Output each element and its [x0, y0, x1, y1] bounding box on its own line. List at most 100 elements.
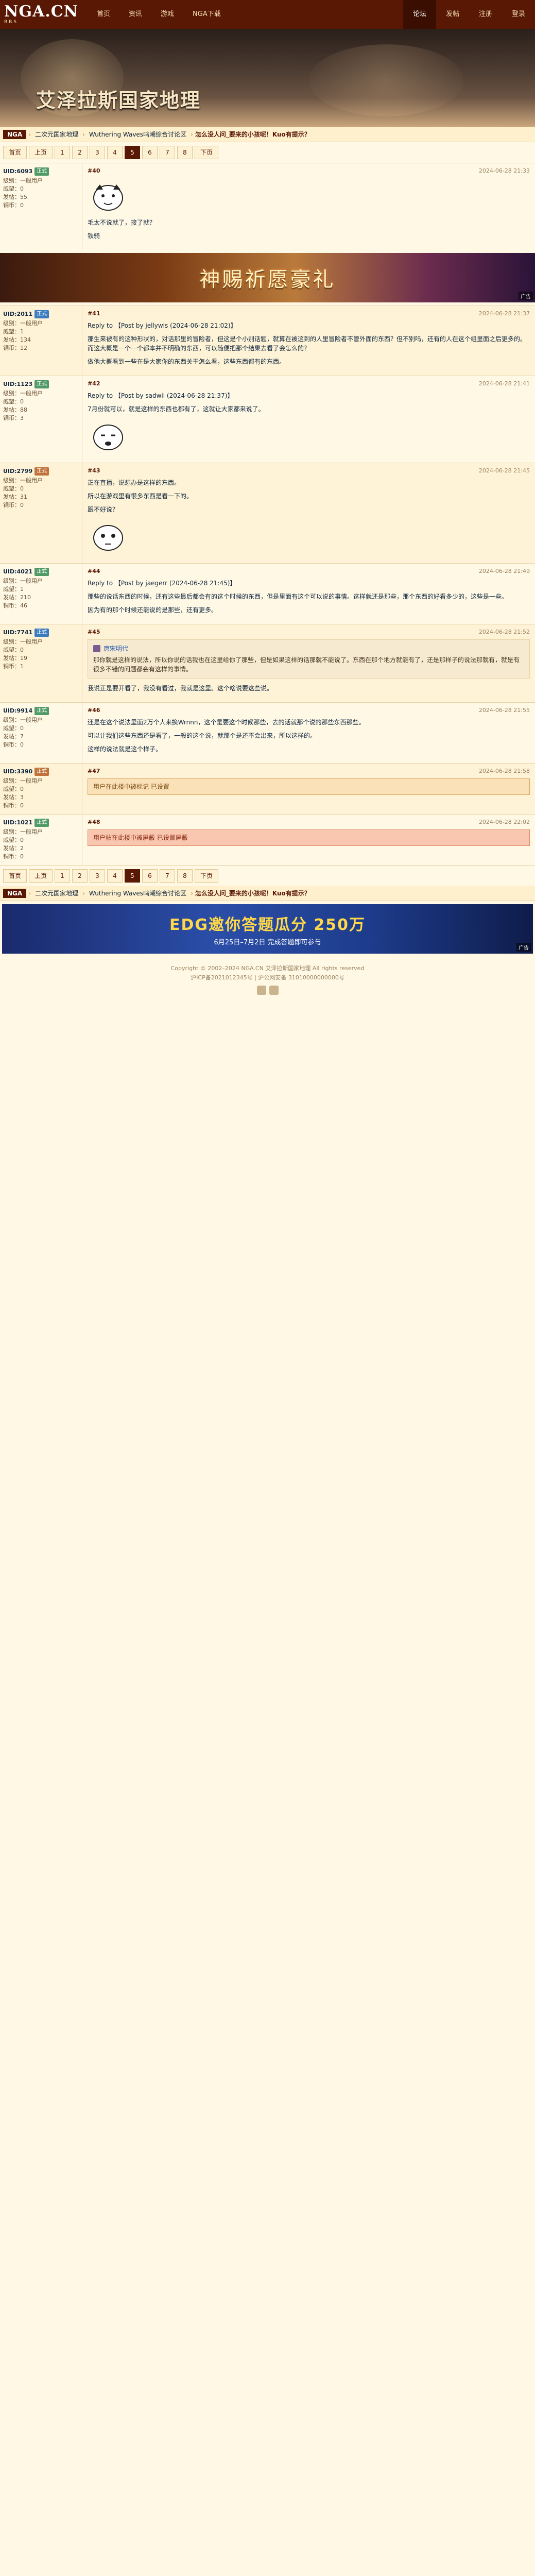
- post-floor[interactable]: #46: [88, 707, 100, 714]
- post-author-panel: UID:2011 正式 级别：一般用户 威望：1 发帖：134 铜币：12: [0, 306, 82, 376]
- pager-page[interactable]: 6: [142, 146, 158, 159]
- breadcrumb-home[interactable]: NGA: [3, 888, 27, 898]
- post-text: 所以在游戏里有很多东西是看一下的。: [88, 493, 193, 500]
- pager-page[interactable]: 8: [177, 146, 193, 159]
- author-posts: 发帖：210: [3, 594, 31, 601]
- post-body: #45 2024-06-28 21:52 唐宋明代 那你就是这样的说法，所以你说的…: [82, 624, 535, 702]
- nav-news[interactable]: 资讯: [119, 0, 151, 29]
- post-floor[interactable]: #44: [88, 568, 100, 574]
- footer-icons: [0, 986, 535, 995]
- pager-page[interactable]: 7: [160, 869, 175, 883]
- post-time: 2024-06-28 21:41: [478, 380, 530, 387]
- pager-first[interactable]: 首页: [3, 869, 27, 883]
- pager-prev[interactable]: 上页: [29, 869, 53, 883]
- post-reply-to[interactable]: Reply to 【Post by jellywis (2024-06-28 2…: [88, 321, 530, 330]
- pager-page[interactable]: 1: [55, 869, 70, 883]
- post-reply-to[interactable]: Reply to 【Post by sadwil (2024-06-28 21:…: [88, 391, 530, 400]
- author-uid[interactable]: UID:1123: [3, 380, 32, 388]
- pager-first[interactable]: 首页: [3, 146, 27, 159]
- author-prestige: 威望：0: [3, 185, 24, 192]
- author-level: 级别：一般用户: [3, 777, 43, 784]
- post-row: UID:1021 正式 级别：一般用户 威望：0 发帖：2 铜币：0 #48 202…: [0, 814, 535, 865]
- post-text: 这样的说法就是这个样子。: [88, 745, 162, 753]
- author-uid[interactable]: UID:2799: [3, 467, 32, 476]
- pager-page[interactable]: 2: [72, 869, 88, 883]
- pager-current[interactable]: 5: [125, 146, 140, 159]
- post-author-panel: UID:4021 正式 级别：一般用户 威望：1 发帖：210 铜币：46: [0, 564, 82, 624]
- post-floor[interactable]: #43: [88, 467, 100, 474]
- breadcrumb-item[interactable]: 二次元国家地理: [33, 889, 80, 897]
- ad-banner-bottom[interactable]: EDG邀你答题瓜分 250万 6月25日–7月2日 完成答题即可参与 广告: [2, 904, 533, 954]
- pager-page[interactable]: 8: [177, 869, 193, 883]
- ad-banner[interactable]: 神赐祈愿豪礼 广告: [0, 253, 535, 302]
- post-author-panel: UID:7741 正式 级别：一般用户 威望：0 发帖：19 铜币：1: [0, 624, 82, 702]
- pager-page[interactable]: 3: [90, 869, 105, 883]
- post-text: 跟不好说？: [88, 506, 119, 513]
- author-uid[interactable]: UID:4021: [3, 568, 32, 576]
- author-level: 级别：一般用户: [3, 177, 43, 184]
- post-reply-to[interactable]: Reply to 【Post by jaegerr (2024-06-28 21…: [88, 579, 530, 588]
- breadcrumb-separator-icon: ›: [28, 130, 31, 138]
- author-badge: 正式: [34, 310, 49, 318]
- author-money: 铜币：0: [3, 502, 24, 509]
- breadcrumb-item[interactable]: Wuthering Waves鸣潮综合讨论区: [87, 130, 188, 139]
- author-badge: 正式: [34, 707, 49, 715]
- author-prestige: 威望：0: [3, 398, 24, 405]
- pager-page[interactable]: 3: [90, 146, 105, 159]
- page-footer: Copyright © 2002–2024 NGA.CN 艾泽拉斯国家地理 Al…: [0, 957, 535, 999]
- nav-download[interactable]: NGA下载: [183, 0, 230, 29]
- post-floor[interactable]: #42: [88, 380, 100, 387]
- author-level: 级别：一般用户: [3, 477, 43, 484]
- post-floor[interactable]: #45: [88, 629, 100, 635]
- author-posts: 发帖：31: [3, 494, 27, 500]
- site-logo[interactable]: NGA.CN BBS: [0, 0, 78, 29]
- author-prestige: 威望：0: [3, 647, 24, 653]
- forum-banner: 艾泽拉斯国家地理: [0, 29, 535, 127]
- quote-author[interactable]: 唐宋明代: [103, 644, 128, 653]
- post-text: 因为有的那个时候还能说的是那些，还有更多。: [88, 606, 218, 614]
- author-uid[interactable]: UID:1021: [3, 819, 32, 827]
- author-uid[interactable]: UID:9914: [3, 707, 32, 715]
- report-icon[interactable]: [269, 986, 279, 995]
- pager-page[interactable]: 4: [107, 146, 123, 159]
- breadcrumb-item[interactable]: Wuthering Waves鸣潮综合讨论区: [87, 889, 188, 897]
- pager-page[interactable]: 2: [72, 146, 88, 159]
- author-prestige: 威望：1: [3, 328, 24, 335]
- author-badge: 正式: [34, 629, 49, 637]
- breadcrumb-separator-icon: ›: [191, 889, 193, 897]
- breadcrumb-item[interactable]: 二次元国家地理: [33, 130, 80, 139]
- pager-top: 首页 上页 1 2 3 4 5 6 7 8 下页: [0, 142, 535, 163]
- post-floor[interactable]: #47: [88, 768, 100, 774]
- author-level: 级别：一般用户: [3, 717, 43, 723]
- author-uid[interactable]: UID:2011: [3, 310, 32, 318]
- pager-next[interactable]: 下页: [195, 146, 218, 159]
- author-money: 铜币：12: [3, 345, 27, 351]
- pager-current[interactable]: 5: [125, 869, 140, 883]
- author-uid[interactable]: UID:6093: [3, 167, 32, 176]
- nav-login[interactable]: 登录: [502, 0, 535, 29]
- author-posts: 发帖：134: [3, 336, 31, 343]
- nav-games[interactable]: 游戏: [151, 0, 183, 29]
- nav-post[interactable]: 发帖: [436, 0, 469, 29]
- post-text: 毛太不说就了，接了就？: [88, 219, 156, 226]
- breadcrumb-home[interactable]: NGA: [3, 129, 27, 139]
- post-floor[interactable]: #48: [88, 819, 100, 825]
- author-uid[interactable]: UID:7741: [3, 629, 32, 637]
- pager-page[interactable]: 6: [142, 869, 158, 883]
- pager-next[interactable]: 下页: [195, 869, 218, 883]
- pager-page[interactable]: 1: [55, 146, 70, 159]
- nav-register[interactable]: 注册: [469, 0, 502, 29]
- nav-home[interactable]: 首页: [88, 0, 119, 29]
- nav-forum[interactable]: 论坛: [403, 0, 436, 29]
- author-posts: 发帖：3: [3, 794, 24, 801]
- author-uid[interactable]: UID:3390: [3, 768, 32, 776]
- post-floor[interactable]: #41: [88, 310, 100, 317]
- post-floor[interactable]: #40: [88, 167, 100, 174]
- pager-page[interactable]: 7: [160, 146, 175, 159]
- pager-page[interactable]: 4: [107, 869, 123, 883]
- post-author-panel: UID:1021 正式 级别：一般用户 威望：0 发帖：2 铜币：0: [0, 815, 82, 865]
- post-body: #46 2024-06-28 21:55 还是在这个说法里面2万个人来换Wrnnn…: [82, 703, 535, 763]
- author-badge: 正式: [34, 568, 49, 576]
- pager-prev[interactable]: 上页: [29, 146, 53, 159]
- author-prestige: 威望：0: [3, 786, 24, 792]
